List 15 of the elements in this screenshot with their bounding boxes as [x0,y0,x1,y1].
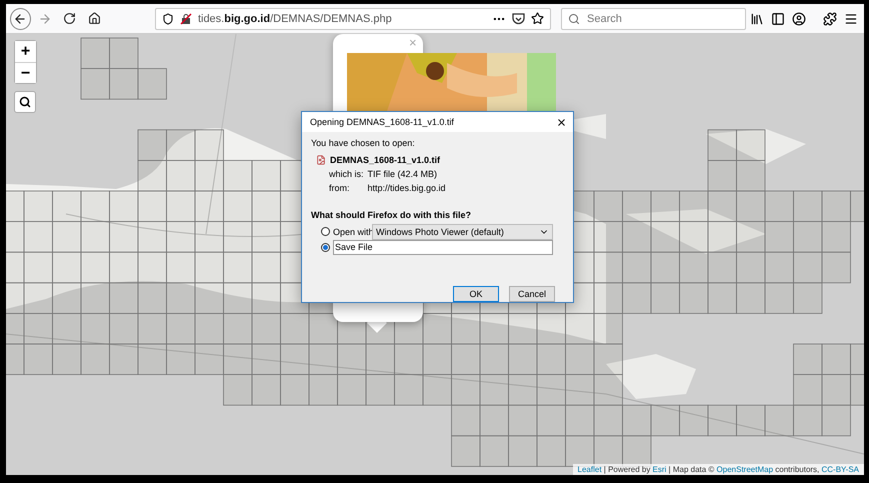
back-button[interactable] [10,8,31,30]
address-bar[interactable]: tides.big.go.id/DEMNAS/DEMNAS.php [154,8,551,30]
home-icon[interactable] [88,12,102,25]
sidebar-icon[interactable] [771,12,785,26]
pocket-icon[interactable] [512,12,525,24]
search-field[interactable]: Search [561,8,746,30]
star-icon[interactable] [531,12,544,25]
shield-icon[interactable] [162,12,174,24]
url-text: tides.big.go.id/DEMNAS/DEMNAS.php [198,12,393,24]
insecure-lock-icon[interactable] [180,12,192,24]
library-icon[interactable] [750,12,764,26]
puzzle-icon[interactable] [823,12,837,26]
menu-icon[interactable] [844,12,858,26]
account-icon[interactable] [792,12,806,26]
reload-icon[interactable] [63,12,76,25]
